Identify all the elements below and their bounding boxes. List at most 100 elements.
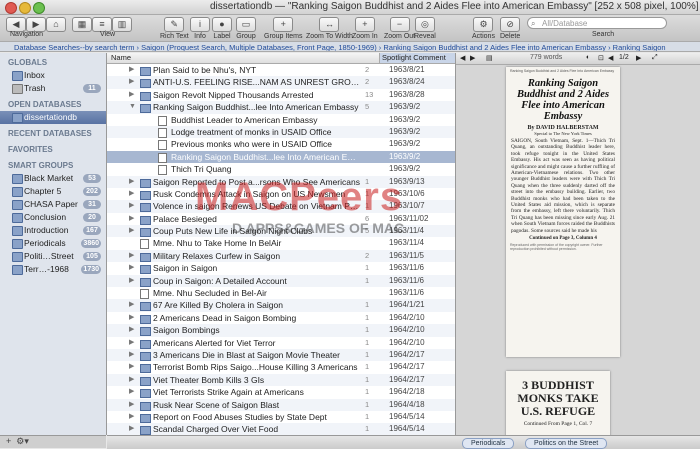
disclosure-open-icon[interactable]: ▼ (129, 101, 136, 113)
tag-periodicals[interactable]: Periodicals (462, 438, 515, 449)
close-button[interactable] (5, 2, 17, 14)
label-button[interactable]: ● Label (212, 17, 232, 40)
sidebar-item-black-market[interactable]: Black Market 53 (0, 172, 106, 185)
sidebar-item-dissertationdb[interactable]: dissertationdb (0, 111, 106, 124)
disclosure-closed-icon[interactable]: ▶ (129, 399, 134, 411)
sidebar-item-conclusion[interactable]: Conclusion 20 (0, 211, 106, 224)
search-input[interactable]: ⌕ All/Database (527, 17, 667, 29)
sidebar-item-inbox[interactable]: Inbox (0, 69, 106, 82)
list-item[interactable]: ▶ Scandal Charged Over Viet Food 1 1964/5/1… (107, 423, 455, 435)
back-icon[interactable]: ◀ (460, 54, 465, 62)
list-item[interactable]: ▶ Saigon Bombings 1 1964/2/10 (107, 324, 455, 337)
zoom-icon[interactable]: ◐ (586, 54, 590, 61)
zoom-in-button[interactable]: + Zoom In (352, 17, 378, 40)
disclosure-closed-icon[interactable]: ▶ (129, 64, 134, 76)
list-item[interactable]: ▶ 2 Americans Dead in Saigon Bombing 1 1964… (107, 312, 455, 324)
list-item[interactable]: Mme. Nhu to Take Home In BelAir 1963/11/4 (107, 237, 455, 250)
sidebar-toggle-icon[interactable]: ▤ (486, 54, 493, 62)
disclosure-closed-icon[interactable]: ▶ (129, 176, 134, 188)
list-item[interactable]: ▶ Viet Theater Bomb Kills 3 GIs 1 1964/2/17 (107, 373, 455, 387)
count-badge: 53 (83, 174, 101, 183)
recent-databases-heading[interactable]: RECENT DATABASES (0, 127, 106, 140)
favorites-heading[interactable]: FAVORITES (0, 143, 106, 156)
disclosure-closed-icon[interactable]: ▶ (129, 262, 134, 274)
reveal-button[interactable]: ◎ Reveal (414, 17, 436, 40)
disclosure-closed-icon[interactable]: ▶ (129, 349, 134, 361)
list-item[interactable]: ▶ 67 Are Killed By Cholera in Saigon 1 1964… (107, 299, 455, 312)
list-item[interactable]: ▶ Plan Said to be Nhu's, NYT 2 1963/8/21 (107, 64, 455, 76)
list-item[interactable]: ▶ 3 Americans Die in Blast at Saigon Movi… (107, 348, 455, 362)
zoom-button[interactable] (33, 2, 45, 14)
sidebar-footer: + ⚙▾ (0, 435, 106, 448)
list-item[interactable]: ▶ Terrorist Bomb Rips Saigo...House Killi… (107, 361, 455, 374)
group-label: Group (236, 33, 256, 40)
list-item[interactable]: ▶ Rusk Near Scene of Saigon Blast 1 1964/4/… (107, 398, 455, 411)
disclosure-closed-icon[interactable]: ▶ (129, 386, 134, 398)
group-button[interactable]: ▭ Group (236, 17, 256, 40)
list-item[interactable]: ▶ ANTI-U.S. FEELING RISE...NAM AS UNREST … (107, 76, 455, 89)
sidebar-item-politics-street[interactable]: Politi…Street 105 (0, 250, 106, 263)
list-item[interactable]: ▼ Ranking Saigon Buddhist...lee Into Amer… (107, 101, 455, 114)
group-items-button[interactable]: + Group Items (264, 17, 303, 40)
sidebar-item-trash[interactable]: Trash 11 (0, 82, 106, 95)
list-item-date: 1963/9/2 (389, 102, 421, 112)
list-item[interactable]: Ranking Saigon Buddhist...lee Into Ameri… (107, 150, 455, 164)
disclosure-closed-icon[interactable]: ▶ (129, 411, 134, 423)
list-item[interactable]: ▶ Viet Terrorists Strike Again at America… (107, 386, 455, 399)
disclosure-closed-icon[interactable]: ▶ (129, 312, 134, 324)
info-button[interactable]: i Info (190, 17, 210, 40)
home-button[interactable]: ⌂ (46, 17, 66, 39)
zoom-out-button[interactable]: − Zoom Out (384, 17, 415, 40)
lock-icon[interactable]: ⊡ (598, 54, 604, 62)
disclosure-closed-icon[interactable]: ▶ (129, 200, 134, 212)
disclosure-closed-icon[interactable]: ▶ (129, 250, 134, 262)
rich-text-button[interactable]: ✎ Rich Text (160, 17, 189, 40)
actions-button[interactable]: ⚙ Actions (472, 17, 495, 40)
column-spotlight-header[interactable]: Spotlight Comment (379, 53, 455, 63)
disclosure-closed-icon[interactable]: ▶ (129, 76, 134, 88)
expand-icon[interactable]: ⤢ (652, 54, 658, 62)
list-item[interactable]: ▶ Saigon Revolt Nipped Thousands Arrested… (107, 89, 455, 101)
disclosure-closed-icon[interactable]: ▶ (129, 361, 134, 373)
sidebar-item-chapter-5[interactable]: Chapter 5 202 (0, 185, 106, 198)
disclosure-closed-icon[interactable]: ▶ (129, 324, 134, 336)
page-prev-icon[interactable]: ◀ (608, 54, 613, 62)
breadcrumb[interactable]: Database Searches--by search term › Saig… (0, 41, 700, 52)
list-item[interactable]: ▶ Coup in Saigon: A Detailed Account 1 1963… (107, 274, 455, 288)
view-icons-button[interactable]: ▦ (72, 17, 92, 39)
disclosure-closed-icon[interactable]: ▶ (129, 299, 134, 311)
disclosure-closed-icon[interactable]: ▶ (129, 89, 134, 101)
delete-button[interactable]: ⊘ Delete (500, 17, 520, 40)
disclosure-closed-icon[interactable]: ▶ (129, 213, 134, 225)
list-item[interactable]: ▶ Saigon in Saigon 1 1963/11/6 (107, 262, 455, 275)
disclosure-closed-icon[interactable]: ▶ (129, 374, 134, 386)
forward-icon[interactable]: ▶ (470, 54, 475, 62)
list-item[interactable]: Previous monks who were in USAID Office 1… (107, 138, 455, 151)
disclosure-closed-icon[interactable]: ▶ (129, 423, 134, 435)
gear-icon[interactable]: ⚙▾ (16, 436, 29, 446)
sidebar-item-chasa-paper[interactable]: CHASA Paper 31 (0, 198, 106, 211)
sidebar-item-introduction[interactable]: Introduction 167 (0, 224, 106, 237)
disclosure-closed-icon[interactable]: ▶ (129, 188, 134, 200)
zoom-to-width-button[interactable]: ↔ Zoom To Width (306, 17, 353, 40)
minimize-button[interactable] (19, 2, 31, 14)
list-item[interactable]: ▶ Military Relaxes Curfew in Saigon 2 1963/… (107, 249, 455, 263)
sidebar-item-periodicals[interactable]: Periodicals 3860 (0, 237, 106, 250)
group-icon (140, 339, 151, 349)
list-item[interactable]: Thich Tri Quang 1963/9/2 (107, 163, 455, 176)
disclosure-closed-icon[interactable]: ▶ (129, 337, 134, 349)
tag-politics-on-the-street[interactable]: Politics on the Street (525, 438, 608, 449)
disclosure-closed-icon[interactable]: ▶ (129, 225, 134, 237)
disclosure-closed-icon[interactable]: ▶ (129, 275, 134, 287)
list-item[interactable]: Mme. Nhu Secluded in Bel-Air 1963/11/6 (107, 287, 455, 300)
add-icon[interactable]: + (6, 436, 11, 446)
list-item[interactable]: ▶ Americans Alerted for Viet Terror 1 1964/… (107, 337, 455, 349)
list-item-date: 1963/8/21 (389, 65, 425, 74)
column-name-header[interactable]: Name (111, 53, 131, 63)
list-item[interactable]: ▶ Report on Food Abuses Studies by State … (107, 411, 455, 423)
list-item[interactable]: Lodge treatment of monks in USAID Office… (107, 125, 455, 139)
list-item[interactable]: Buddhist Leader to American Embassy 1963/… (107, 114, 455, 126)
list-item-title: Rusk Near Scene of Saigon Blast (153, 399, 280, 410)
sidebar-item-terr-1968[interactable]: Terr…-1968 1730 (0, 263, 106, 276)
page-next-icon[interactable]: ▶ (636, 54, 641, 62)
